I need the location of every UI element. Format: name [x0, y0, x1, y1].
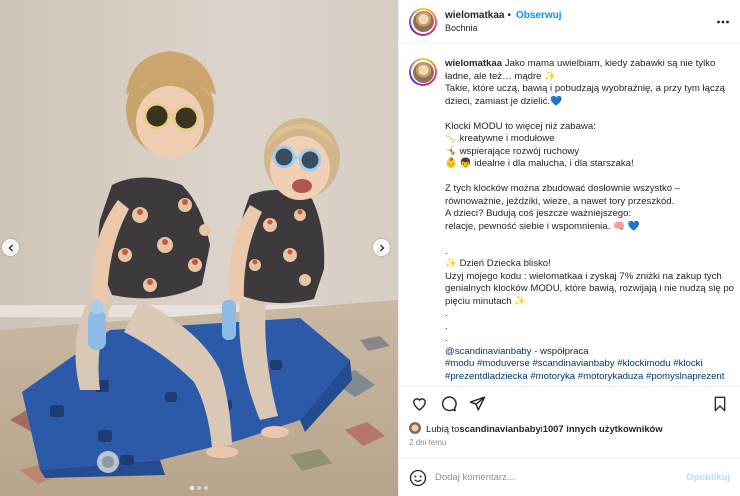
chevron-left-icon — [8, 244, 13, 251]
caption-line: Takie, które uczą, bawią i pobudzają wyo… — [445, 83, 725, 94]
carousel-dot — [204, 486, 208, 490]
author-avatar[interactable] — [409, 7, 437, 36]
comment-input[interactable] — [435, 472, 687, 483]
author-username[interactable]: wielomatkaa — [445, 10, 504, 21]
post-header: wielomatkaa • Obserwuj Bochnia — [399, 0, 740, 44]
hashtags-line-2[interactable]: #prezentdladziecka #motoryka #motorykadu… — [445, 371, 733, 384]
caption-author[interactable]: wielomatkaa — [445, 58, 502, 69]
caption-lines: ładne, ale też… mądre ✨ Takie, które uczą… — [445, 70, 735, 346]
instagram-post-modal: wielomatkaa • Obserwuj Bochnia wielomatkaa… — [0, 0, 740, 496]
liker-username[interactable]: scandinavianbaby — [459, 423, 540, 434]
photo-scene — [0, 0, 398, 496]
likes-count-link[interactable]: 1007 innych użytkowników — [543, 423, 663, 434]
caption-line: . — [445, 320, 448, 332]
caption-first-line: wielomatkaa Jako mama uwielbiam, kiedy z… — [445, 58, 733, 71]
bookmark-icon — [714, 396, 726, 411]
publish-button[interactable]: Opublikuj — [686, 472, 730, 483]
caption-line: . — [445, 245, 448, 257]
post-side-panel: wielomatkaa • Obserwuj Bochnia wielomatkaa… — [398, 0, 740, 496]
save-button[interactable] — [710, 394, 730, 414]
caption-line: pięciu minutach ✨ — [445, 295, 527, 307]
chevron-right-icon — [379, 244, 384, 251]
carousel-dot — [190, 486, 194, 490]
collab-mention-link[interactable]: @scandinavianbaby — [445, 346, 532, 357]
comment-bar: Opublikuj — [399, 458, 740, 496]
carousel-prev-button[interactable] — [2, 239, 19, 256]
caption-line: 🦴 kreatywne i modułowe — [445, 133, 555, 144]
caption-collab-line: @scandinavianbaby - współpraca — [445, 346, 733, 359]
carousel-dot — [197, 486, 201, 490]
caption-line: 👶 👦 idealne i dla malucha, i dla starsza… — [445, 158, 634, 169]
caption-line: . — [445, 308, 448, 319]
caption-line: Klocki MODU to więcej niż zabawa: — [445, 120, 596, 132]
caption-text: Jako mama uwielbiam, kiedy zabawki są ni… — [504, 58, 716, 69]
caption-line: ✨ Dzień Dziecka blisko! — [445, 258, 551, 269]
caption-line: ładne, ale też… mądre ✨ — [445, 70, 557, 82]
more-options-button[interactable] — [716, 15, 730, 32]
follow-button[interactable]: Obserwuj — [516, 10, 562, 21]
share-button[interactable] — [467, 394, 487, 414]
more-horizontal-icon — [717, 20, 729, 24]
caption-line: Z tych klocków można zbudować dosłownie … — [445, 183, 681, 194]
heart-icon — [412, 398, 426, 411]
action-bar — [399, 386, 740, 420]
caption-line: 🤸 wspierające rozwój ruchowy — [445, 145, 580, 157]
caption-line: A dzieci? Budują coś jeszcze ważniejszeg… — [445, 208, 632, 219]
post-caption: wielomatkaa Jako mama uwielbiam, kiedy z… — [445, 58, 735, 386]
post-timestamp[interactable]: 2 dni temu — [399, 436, 740, 450]
likes-summary: Lubią to scandinavianbaby i 1007 innych … — [399, 420, 740, 436]
caption-section: wielomatkaa Jako mama uwielbiam, kiedy z… — [399, 44, 740, 386]
hashtags-line-1[interactable]: #modu #moduverse #scandinavianbaby #kloc… — [445, 358, 733, 371]
carousel-indicator — [0, 486, 398, 490]
caption-line: . — [445, 333, 448, 344]
caption-line: równoważnie, jeździki, wieże, a nawet to… — [445, 195, 675, 207]
post-photo[interactable] — [0, 0, 398, 496]
likes-prefix: Lubią to — [426, 422, 460, 434]
comment-button[interactable] — [438, 394, 458, 414]
caption-line: dzieci, zamiast je dzielić.💙 — [445, 95, 562, 107]
like-button[interactable] — [409, 394, 429, 414]
emoji-icon[interactable] — [409, 469, 427, 487]
post-location[interactable]: Bochnia — [445, 22, 562, 35]
caption-author-avatar[interactable] — [409, 58, 437, 86]
collab-suffix: - współpraca — [531, 345, 589, 357]
caption-line: genialnych klocków MODU, które bawią, ro… — [445, 283, 735, 294]
header-separator: • — [507, 9, 511, 21]
carousel-next-button[interactable] — [373, 239, 390, 256]
liker-avatar[interactable] — [409, 422, 421, 434]
caption-line: Użyj mojego kodu : wielomatkaa i zyskaj … — [445, 270, 722, 282]
comment-icon — [441, 396, 457, 412]
send-icon — [469, 396, 485, 411]
caption-line: relacje, pewność siebie i wspomnienia. 🧠… — [445, 220, 640, 232]
